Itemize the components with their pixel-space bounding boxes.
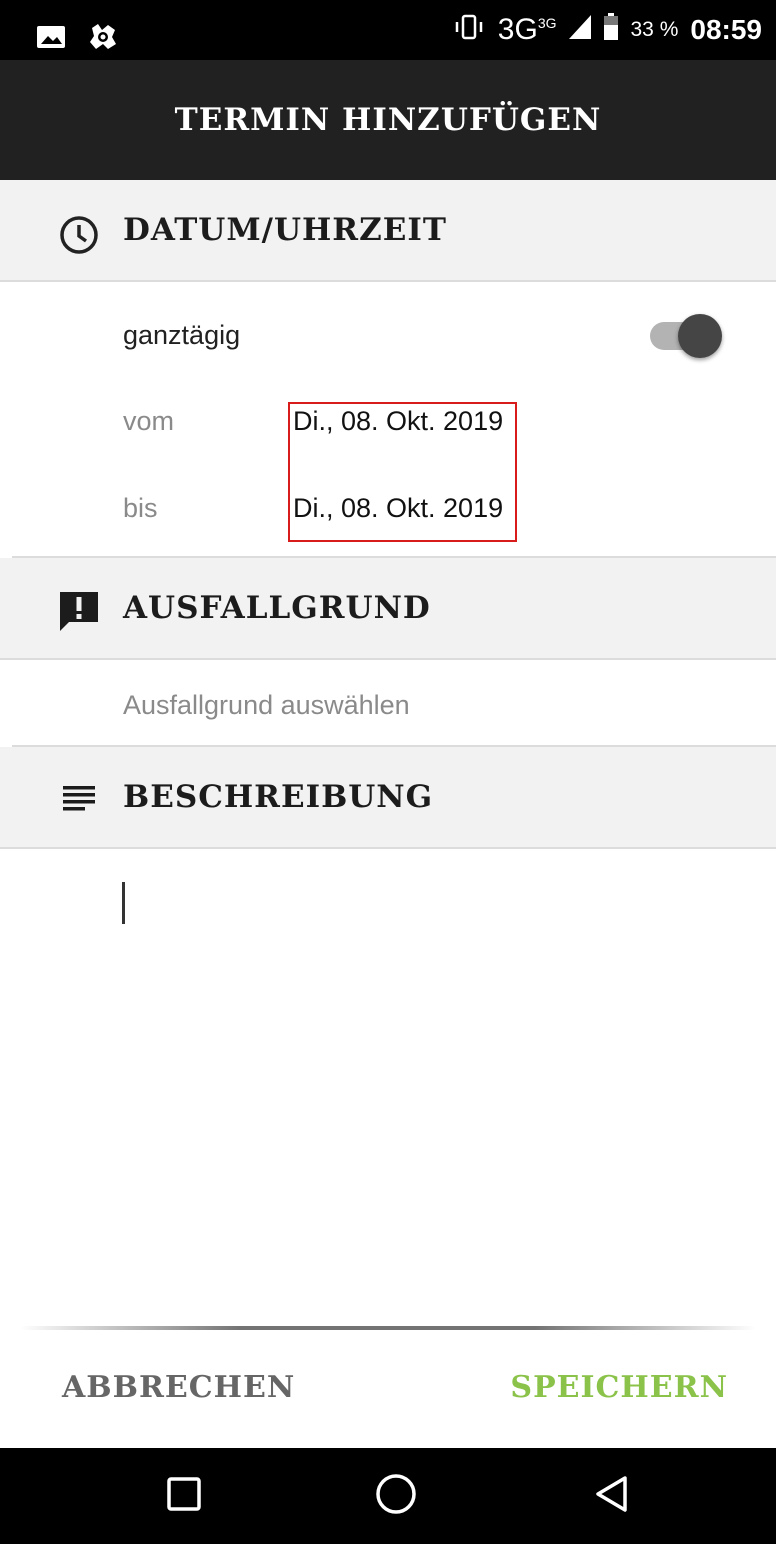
notes-icon — [56, 775, 102, 821]
page-title: TERMIN HINZUFÜGEN — [174, 102, 602, 138]
all-day-label: ganztägig — [123, 320, 241, 350]
section-header-datetime: DATUM/UHRZEIT — [0, 180, 776, 282]
back-icon — [592, 1474, 632, 1519]
section-title-description: BESCHREIBUNG — [123, 779, 434, 815]
image-notification-icon — [36, 25, 66, 54]
footer-divider — [20, 1326, 756, 1330]
section-title-reason: AUSFALLGRUND — [123, 590, 431, 626]
status-bar: 3G3G 33 % 08:59 — [0, 0, 776, 60]
app-bar: TERMIN HINZUFÜGEN — [0, 60, 776, 180]
battery-icon — [603, 12, 619, 48]
navigation-bar — [0, 1448, 776, 1544]
description-input[interactable] — [110, 862, 730, 1282]
clock-icon — [56, 212, 102, 258]
section-header-reason: AUSFALLGRUND — [0, 558, 776, 660]
all-day-toggle[interactable] — [650, 312, 724, 360]
reason-select[interactable]: Ausfallgrund auswählen — [123, 690, 410, 721]
recents-button[interactable] — [160, 1472, 208, 1520]
clock: 08:59 — [690, 14, 762, 45]
section-title-datetime: DATUM/UHRZEIT — [123, 212, 447, 248]
app-notification-icon — [88, 22, 118, 57]
back-button[interactable] — [588, 1472, 636, 1520]
section-header-description: BESCHREIBUNG — [0, 747, 776, 849]
to-label: bis — [123, 493, 158, 523]
cancel-button[interactable]: ABBRECHEN — [62, 1370, 295, 1405]
feedback-icon — [56, 588, 102, 634]
toggle-thumb — [678, 314, 722, 358]
vibrate-icon — [452, 14, 486, 47]
save-button[interactable]: SPEICHERN — [510, 1370, 728, 1405]
signal-icon — [568, 14, 591, 46]
home-button[interactable] — [372, 1472, 420, 1520]
text-cursor — [122, 882, 125, 924]
battery-percent: 33 % — [630, 18, 679, 41]
network-type: 3G3G — [497, 13, 557, 46]
date-highlight-box — [288, 402, 517, 542]
from-label: vom — [123, 406, 175, 436]
home-icon — [374, 1472, 418, 1521]
recents-icon — [166, 1476, 202, 1517]
